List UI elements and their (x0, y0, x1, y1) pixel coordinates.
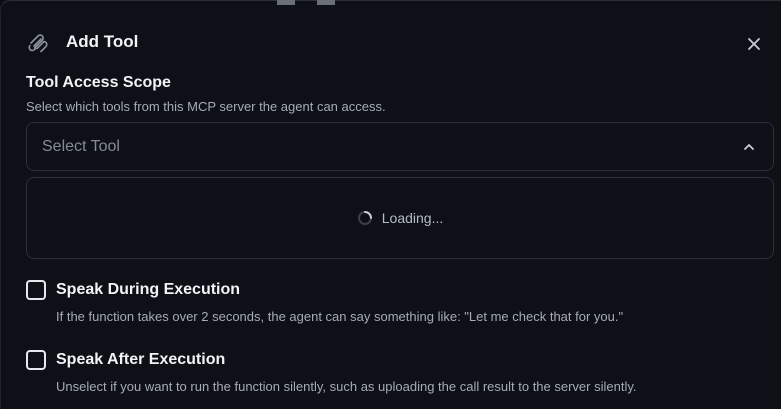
select-tool-dropdown[interactable]: Select Tool (26, 122, 774, 171)
speak-after-execution-checkbox[interactable] (26, 350, 46, 370)
chevron-up-icon (744, 144, 754, 150)
dialog-title: Add Tool (66, 32, 139, 51)
tool-list-panel: Loading... (26, 177, 774, 259)
spinner-icon (357, 210, 372, 225)
loading-indicator: Loading... (27, 210, 773, 226)
speak-during-execution-description: If the function takes over 2 seconds, th… (56, 309, 624, 324)
paperclip-icon (28, 34, 48, 53)
close-icon[interactable] (747, 37, 761, 51)
speak-during-execution-checkbox[interactable] (26, 280, 46, 300)
handle-left-bar (277, 0, 295, 5)
add-tool-dialog: Add Tool Tool Access Scope Select which … (0, 0, 781, 409)
select-tool-placeholder: Select Tool (42, 138, 120, 155)
dialog-header: Add Tool (26, 31, 761, 55)
drag-handle[interactable] (277, 0, 335, 6)
speak-after-execution-label: Speak After Execution (56, 351, 226, 368)
tool-access-description: Select which tools from this MCP server … (26, 99, 386, 114)
speak-after-execution-description: Unselect if you want to run the function… (56, 379, 637, 394)
loading-text: Loading... (381, 210, 444, 226)
tool-access-title: Tool Access Scope (26, 74, 171, 91)
handle-right-bar (317, 0, 335, 5)
speak-during-execution-label: Speak During Execution (56, 281, 241, 298)
